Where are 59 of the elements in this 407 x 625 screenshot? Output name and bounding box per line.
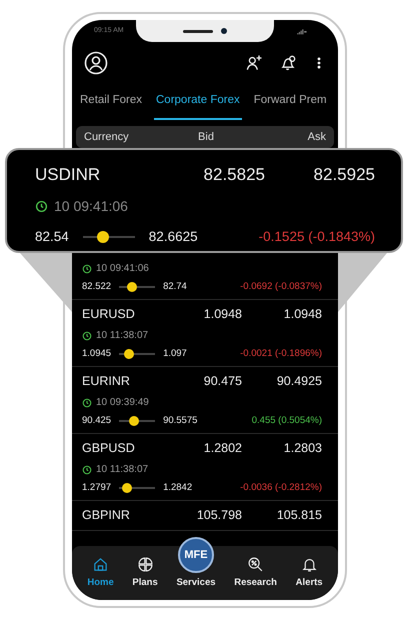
low-price: 82.522 — [82, 280, 112, 294]
bid-price: 90.475 — [202, 373, 242, 390]
high-price: 1.2842 — [163, 481, 192, 495]
high-price: 90.5575 — [163, 414, 198, 428]
column-header: Bid — [197, 130, 215, 145]
currency-pair: EURINR — [82, 373, 131, 390]
home-icon — [92, 556, 110, 573]
high-price: 1.097 — [163, 347, 187, 361]
high-price: 82.74 — [163, 280, 187, 294]
price-change: -0.0692 (-0.0837%) — [240, 280, 322, 294]
add-user-icon[interactable] — [244, 53, 264, 73]
quote-time: 10 11:38:07 — [96, 329, 148, 343]
nav-tab[interactable]: Home — [87, 556, 114, 590]
nav-tab[interactable]: MFE Services — [176, 536, 216, 590]
low-price: 1.0945 — [82, 347, 112, 361]
column-header: Currency — [84, 130, 130, 145]
price-change: 0.455 (0.5054%) — [252, 414, 322, 428]
ask-price: 82.5925 — [312, 164, 375, 186]
tab[interactable]: Corporate Forex — [154, 84, 242, 120]
price-change: -0.1525 (-0.1843%) — [258, 228, 375, 246]
camera-dot — [221, 28, 227, 34]
ask-price: 1.2803 — [282, 440, 322, 458]
clock-icon — [82, 330, 92, 340]
price-change: -0.0021 (-0.1896%) — [240, 347, 322, 361]
speaker-grille — [183, 30, 213, 32]
currency-pair: USDINR — [35, 164, 102, 186]
high-price: 82.6625 — [148, 228, 198, 246]
clock-icon — [35, 200, 48, 212]
quote-time: 10 11:38:07 — [96, 463, 148, 477]
price-change: -0.0036 (-0.2812%) — [240, 481, 322, 495]
services-badge: MFE — [178, 536, 214, 573]
ask-price: 90.4925 — [276, 373, 322, 390]
quote-time: 10 09:41:06 — [54, 196, 128, 216]
tab[interactable]: Retail Forex — [78, 84, 144, 120]
nav-tab[interactable]: Alerts — [296, 556, 323, 590]
nav-tab[interactable]: Research — [234, 556, 277, 590]
currency-pair: GBPUSD — [82, 440, 136, 458]
profile-icon[interactable] — [84, 51, 108, 75]
ask-price: 1.0948 — [282, 306, 322, 324]
bid-price: 105.798 — [196, 507, 242, 524]
plans-icon — [136, 556, 154, 573]
ask-price: 105.815 — [276, 507, 322, 524]
bid-price: 1.0948 — [202, 306, 242, 324]
quote-time: 10 09:41:06 — [96, 262, 149, 276]
low-price: 1.2797 — [82, 481, 112, 495]
quote-time: 10 09:39:49 — [96, 396, 149, 410]
clock-icon — [82, 264, 92, 274]
currency-pair: GBPINR — [82, 507, 131, 524]
low-price: 90.425 — [82, 414, 112, 428]
currency-pair: EURUSD — [82, 306, 136, 324]
tab[interactable]: Forward Prem — [252, 84, 329, 120]
clock-icon — [82, 398, 92, 408]
low-price: 82.54 — [35, 228, 69, 246]
research-icon — [247, 556, 264, 573]
nav-tab[interactable]: Plans — [132, 556, 158, 590]
bid-price: 82.5825 — [202, 164, 265, 186]
clock-icon — [82, 464, 92, 474]
column-header: Ask — [306, 130, 326, 145]
bid-price: 1.2802 — [202, 440, 242, 458]
